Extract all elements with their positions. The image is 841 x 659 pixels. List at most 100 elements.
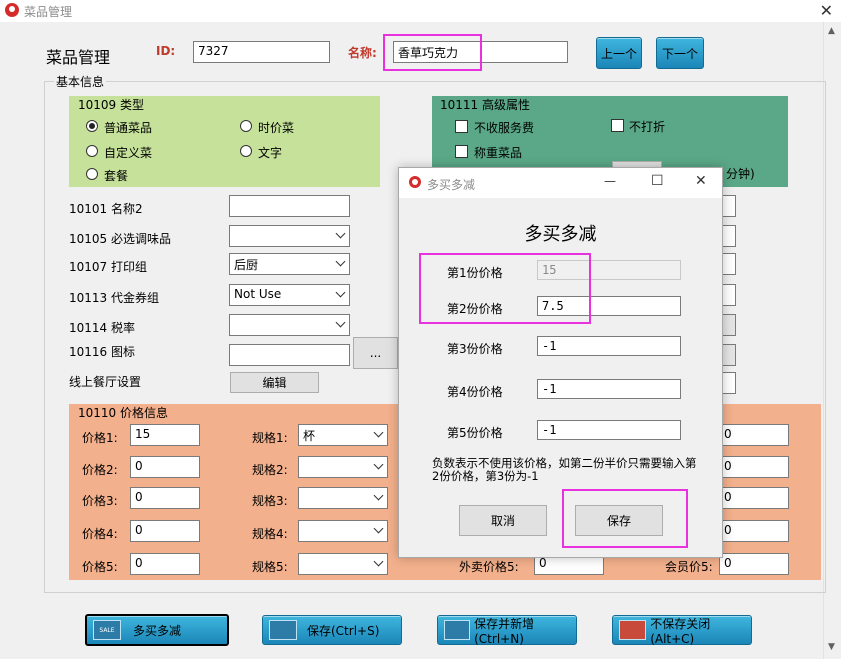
price-row-5-label: 第5份价格	[447, 426, 503, 440]
dialog-cancel-button[interactable]: 取消	[459, 505, 547, 536]
spec2-label: 规格2:	[252, 463, 288, 477]
edit-button[interactable]: 编辑	[230, 372, 319, 393]
price-row-3-input[interactable]: -1	[537, 336, 681, 356]
radio-custom-dish-label: 自定义菜	[104, 146, 153, 160]
print-group-value: 后厨	[234, 258, 259, 272]
app-icon	[5, 3, 19, 17]
icon-input[interactable]	[229, 344, 350, 366]
spec3-select[interactable]	[298, 487, 388, 509]
chevron-down-icon	[335, 256, 346, 267]
checkbox-weighed[interactable]	[455, 145, 468, 158]
radio-normal-dish[interactable]	[86, 120, 98, 132]
prev-button[interactable]: 上一个	[596, 37, 642, 69]
chevron-down-icon	[373, 427, 384, 438]
price-row-5-input[interactable]: -1	[537, 420, 681, 440]
checkbox-no-discount[interactable]	[611, 119, 624, 132]
right-price-2-input[interactable]: 0	[719, 456, 789, 478]
radio-text[interactable]	[240, 145, 252, 157]
spec5-label: 规格5:	[252, 560, 288, 574]
radio-set-meal[interactable]	[86, 168, 98, 180]
save-new-label: 保存并新增(Ctrl+N)	[474, 616, 535, 646]
price1-label: 价格1:	[82, 431, 118, 445]
save-new-button[interactable]: 保存并新增(Ctrl+N)	[437, 615, 577, 646]
price4-label: 价格4:	[82, 527, 118, 541]
multi-buy-dialog: 多买多减 — ☐ ✕ 多买多减 第1份价格 15 第2份价格 7.5 第3份价格…	[398, 167, 723, 558]
chevron-down-icon	[373, 459, 384, 470]
next-button[interactable]: 下一个	[656, 37, 704, 69]
id-input[interactable]: 7327	[193, 41, 330, 63]
dialog-title: 多买多减	[427, 178, 476, 192]
name-highlight-box	[383, 34, 482, 71]
price-row-4-input[interactable]: -1	[537, 379, 681, 399]
spec1-value: 杯	[303, 429, 316, 443]
save-button[interactable]: 保存(Ctrl+S)	[262, 615, 402, 645]
save-add-icon	[444, 620, 471, 640]
save-disk-icon	[269, 620, 297, 640]
save-label: 保存(Ctrl+S)	[307, 623, 380, 638]
member-price5-input[interactable]: 0	[719, 553, 789, 575]
save-highlight-box	[562, 489, 688, 548]
chevron-down-icon	[373, 490, 384, 501]
coupon-group-select[interactable]: Not Use	[229, 284, 350, 306]
chevron-down-icon	[335, 228, 346, 239]
browse-button[interactable]: ...	[353, 337, 398, 369]
right-price-4-input[interactable]: 0	[719, 520, 789, 542]
seasoning-select[interactable]	[229, 225, 350, 247]
price2-input[interactable]: 0	[130, 456, 200, 478]
tax-select[interactable]	[229, 314, 350, 336]
price1-input[interactable]: 15	[130, 424, 200, 446]
advanced-partial-text: 分钟)	[726, 167, 755, 181]
icon-label: 10116 图标	[69, 345, 135, 359]
dialog-hint: 负数表示不使用该价格，如第二份半价只需要输入第2份价格，第3份为-1	[432, 456, 697, 483]
tax-label: 10114 税率	[69, 321, 135, 335]
chevron-down-icon	[373, 556, 384, 567]
dialog-close-icon[interactable]: ✕	[695, 173, 707, 189]
checkbox-no-service-fee[interactable]	[455, 120, 468, 133]
price-group-title: 10110 价格信息	[78, 406, 168, 420]
checkbox-no-discount-label: 不打折	[629, 120, 666, 134]
price5-input[interactable]: 0	[130, 553, 200, 575]
radio-custom-dish[interactable]	[86, 145, 98, 157]
multi-buy-button[interactable]: SALE 多买多减	[85, 614, 229, 646]
spec4-label: 规格4:	[252, 527, 288, 541]
scroll-up-icon[interactable]: ▲	[828, 26, 835, 36]
spec2-select[interactable]	[298, 456, 388, 478]
name-label: 名称:	[348, 46, 377, 60]
radio-set-meal-label: 套餐	[104, 169, 129, 183]
scroll-down-icon[interactable]: ▼	[828, 642, 835, 652]
radio-text-label: 文字	[258, 146, 283, 160]
dialog-maximize-icon[interactable]: ☐	[651, 173, 664, 189]
price3-input[interactable]: 0	[130, 487, 200, 509]
dialog-app-icon	[409, 176, 421, 188]
spec5-select[interactable]	[298, 553, 388, 575]
dialog-minimize-icon[interactable]: —	[604, 174, 616, 188]
id-label: ID:	[156, 44, 176, 58]
close-nosave-button[interactable]: 不保存关闭(Alt+C)	[612, 615, 752, 646]
dialog-titlebar: 多买多减 — ☐ ✕	[399, 168, 722, 198]
name2-input[interactable]	[229, 195, 350, 217]
radio-normal-dish-label: 普通菜品	[104, 121, 153, 135]
spec4-select[interactable]	[298, 520, 388, 542]
price3-label: 价格3:	[82, 494, 118, 508]
print-group-label: 10107 打印组	[69, 260, 147, 274]
right-price-1-input[interactable]: 0	[719, 424, 789, 446]
chevron-down-icon	[373, 523, 384, 534]
spec1-select[interactable]: 杯	[298, 424, 388, 446]
price4-input[interactable]: 0	[130, 520, 200, 542]
basic-info-title: 基本信息	[54, 73, 107, 90]
advanced-group-title: 10111 高级属性	[440, 98, 530, 112]
price-row-3-label: 第3份价格	[447, 342, 503, 356]
coupon-group-label: 10113 代金券组	[69, 291, 159, 305]
exit-door-icon	[619, 620, 647, 640]
type-group-title: 10109 类型	[78, 98, 144, 112]
chevron-down-icon	[335, 317, 346, 328]
radio-market-price[interactable]	[240, 120, 252, 132]
coupon-group-value: Not Use	[234, 287, 282, 301]
window-close-icon[interactable]: ✕	[820, 1, 833, 20]
spec1-label: 规格1:	[252, 431, 288, 445]
seasoning-label: 10105 必选调味品	[69, 232, 171, 246]
checkbox-no-service-fee-label: 不收服务费	[474, 121, 535, 135]
right-price-3-input[interactable]: 0	[719, 487, 789, 509]
print-group-select[interactable]: 后厨	[229, 253, 350, 275]
member-price5-label: 会员价5:	[665, 560, 713, 574]
